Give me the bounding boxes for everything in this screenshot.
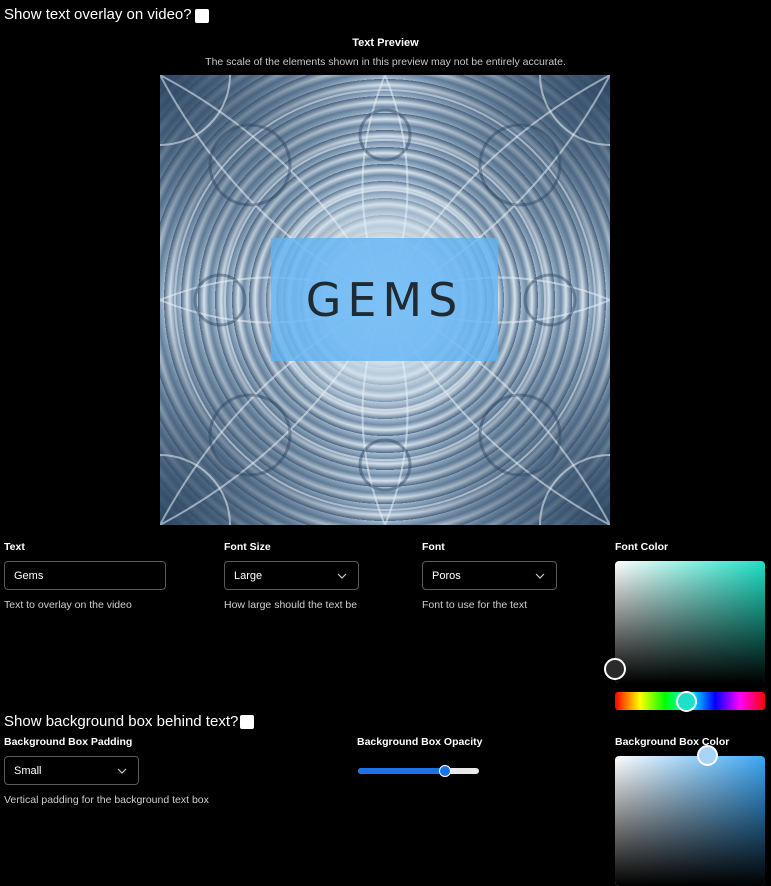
padding-label: Background Box Padding: [4, 736, 133, 748]
font-label: Font: [422, 541, 445, 553]
font-color-label: Font Color: [615, 541, 669, 553]
preview-title: Text Preview: [352, 37, 419, 49]
padding-select[interactable]: Small: [4, 756, 139, 785]
preview-note: The scale of the elements shown in this …: [205, 56, 566, 68]
padding-helper: Vertical padding for the background text…: [4, 794, 209, 806]
font-color-hue-handle[interactable]: [676, 691, 697, 712]
background-color-saturation-area[interactable]: [615, 756, 765, 886]
font-helper: Font to use for the text: [422, 599, 528, 611]
font-value: Poros: [432, 569, 461, 582]
show-background-box-label: Show background box behind text?: [4, 713, 239, 730]
text-field-label: Text: [4, 541, 25, 553]
font-size-select[interactable]: Large: [224, 561, 359, 590]
font-size-label: Font Size: [224, 541, 271, 553]
text-helper: Text to overlay on the video: [4, 599, 132, 611]
opacity-slider-fill: [358, 768, 446, 774]
font-size-value: Large: [234, 569, 263, 582]
background-color-saturation-handle[interactable]: [697, 745, 718, 766]
show-background-box-checkbox[interactable]: [240, 715, 254, 729]
font-size-helper: How large should the text be: [224, 599, 358, 611]
chevron-down-icon: [115, 764, 129, 778]
font-color-saturation-area[interactable]: [615, 561, 765, 683]
show-overlay-checkbox[interactable]: [195, 9, 209, 23]
chevron-down-icon: [335, 569, 349, 583]
padding-value: Small: [14, 764, 42, 777]
chevron-down-icon: [533, 569, 547, 583]
opacity-slider[interactable]: [358, 765, 479, 777]
font-color-saturation-handle[interactable]: [604, 658, 626, 680]
overlay-background-box: GEMS: [271, 238, 498, 361]
overlay-text: GEMS: [305, 272, 464, 327]
text-preview-image: GEMS: [160, 75, 610, 525]
show-overlay-label: Show text overlay on video?: [4, 6, 192, 23]
opacity-label: Background Box Opacity: [357, 736, 483, 748]
text-input[interactable]: [4, 561, 166, 590]
opacity-slider-thumb[interactable]: [439, 765, 452, 777]
font-select[interactable]: Poros: [422, 561, 557, 590]
